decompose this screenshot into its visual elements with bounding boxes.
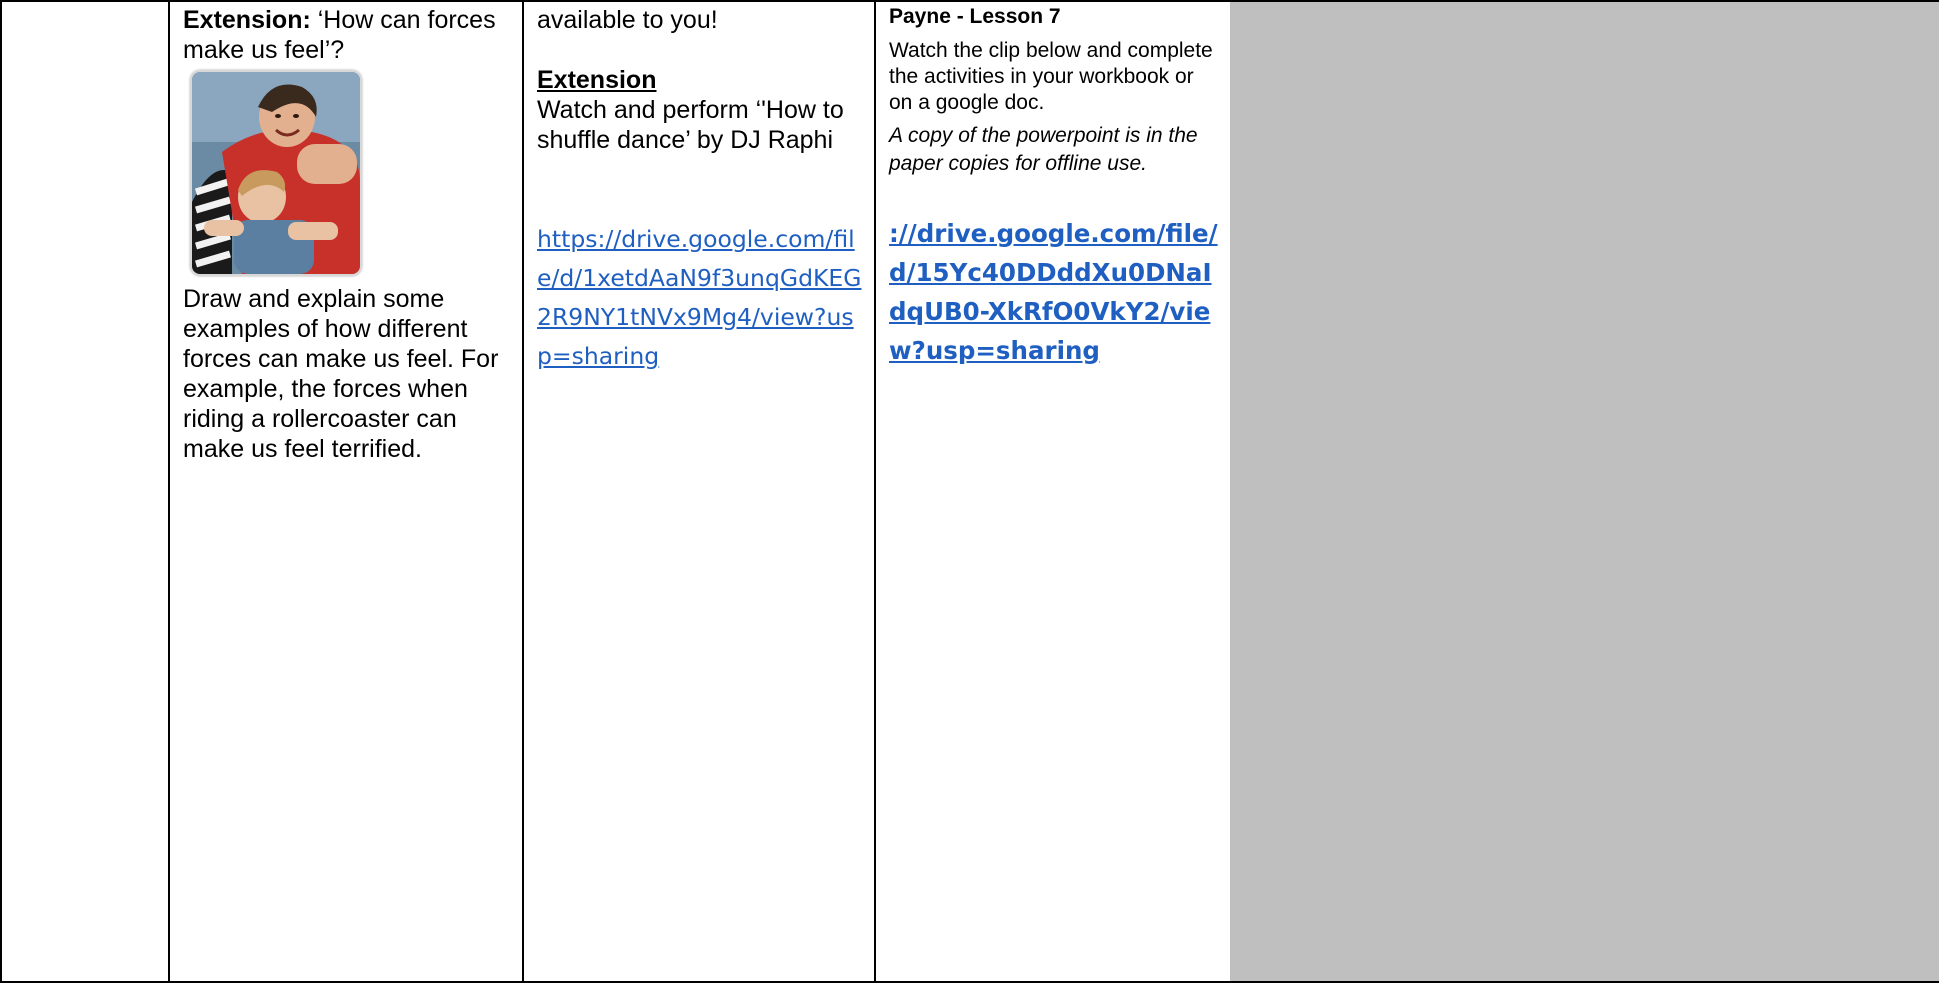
table-cell-empty xyxy=(0,2,170,983)
offline-note: A copy of the powerpoint is in the paper… xyxy=(889,124,1198,175)
lesson-clip-link[interactable]: ://drive.google.com/file/d/15Yc40DDddXu0… xyxy=(889,214,1224,370)
table-cell-shaded xyxy=(1230,2,1600,983)
available-text: available to you! Extension Watch and pe… xyxy=(537,5,866,155)
lesson-instructions: Watch the clip below and complete the ac… xyxy=(889,39,1213,114)
dance-instruction: Watch and perform ‘'How to shuffle dance… xyxy=(537,96,844,154)
table-cell-shaded xyxy=(1598,2,1939,983)
table-cell-shuffle-dance: available to you! Extension Watch and pe… xyxy=(522,2,876,983)
extension-label: Extension: xyxy=(183,6,311,34)
rollercoaster-photo xyxy=(190,70,362,276)
shuffle-dance-link[interactable]: https://drive.google.com/file/d/1xetdAaN… xyxy=(537,220,866,376)
lesson-title: Payne - Lesson 7 xyxy=(889,5,1061,28)
table-cell-lesson-7: Payne - Lesson 7 Watch the clip below an… xyxy=(874,2,1232,983)
lesson-table: Extension: ‘How can forces make us feel’… xyxy=(0,0,1939,983)
extension-heading: Extension: ‘How can forces make us feel’… xyxy=(183,5,514,65)
forces-description: Draw and explain some examples of how di… xyxy=(183,285,499,463)
top-text: available to you! xyxy=(537,6,718,34)
extension-subheading: Extension xyxy=(537,66,657,94)
table-cell-extension-forces: Extension: ‘How can forces make us feel’… xyxy=(168,2,524,983)
